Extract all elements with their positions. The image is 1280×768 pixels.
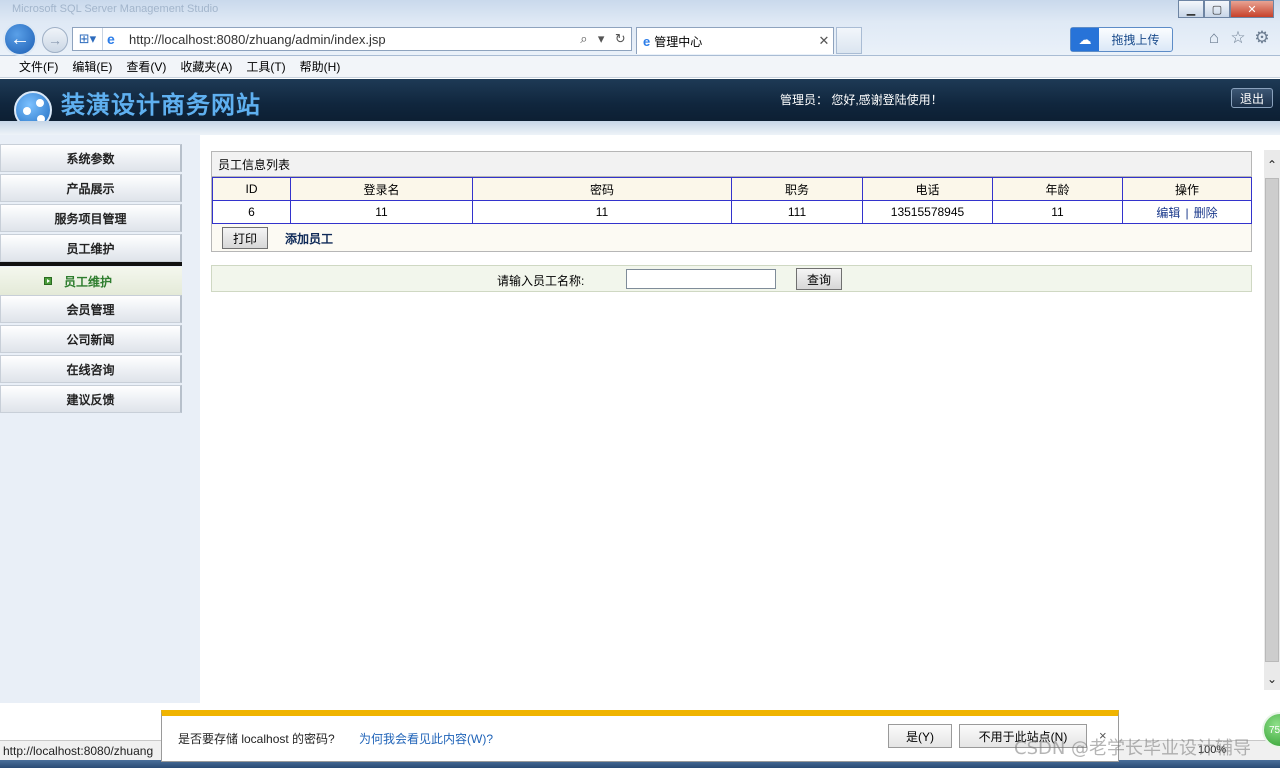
col-header-id: ID (212, 177, 291, 201)
menu-bar: 文件(F) 编辑(E) 查看(V) 收藏夹(A) 工具(T) 帮助(H) (0, 56, 1280, 78)
print-button[interactable]: 打印 (222, 227, 268, 249)
menu-edit[interactable]: 编辑(E) (65, 58, 119, 75)
arrow-right-icon: → (48, 32, 62, 48)
cell-age: 11 (992, 200, 1123, 224)
col-header-actions: 操作 (1122, 177, 1252, 201)
save-password-yes-button[interactable]: 是(Y) (888, 724, 952, 748)
col-header-phone: 电话 (862, 177, 993, 201)
arrow-left-icon: ← (10, 27, 30, 50)
cell-phone: 13515578945 (862, 200, 993, 224)
compatibility-view-icon[interactable]: ⊞▾ (73, 28, 103, 50)
cloud-icon: ☁ (1071, 28, 1099, 51)
sidebar-item-news[interactable]: 公司新闻 (0, 325, 182, 353)
prompt-why-link[interactable]: 为何我会看见此内容(W)? (359, 730, 493, 747)
sidebar-item-products[interactable]: 产品展示 (0, 174, 182, 202)
action-separator: | (1185, 205, 1189, 220)
sidebar: 系统参数 产品展示 服务项目管理 员工维护 员工维护 会员管理 公司新闻 在线咨… (0, 135, 200, 703)
ie-tab-icon: e (643, 33, 651, 49)
cell-position: 111 (731, 200, 863, 224)
maximize-button[interactable]: ▢ (1204, 0, 1230, 18)
menu-favorites[interactable]: 收藏夹(A) (173, 58, 239, 75)
menu-tools[interactable]: 工具(T) (239, 58, 292, 75)
menu-view[interactable]: 查看(V) (119, 58, 173, 75)
sidebar-active-divider (0, 262, 182, 266)
browser-toolbar: Microsoft SQL Server Management Studio ▁… (0, 0, 1280, 56)
tab-admin-center[interactable]: e 管理中心 ✕ (636, 27, 834, 54)
bullet-arrow-icon (44, 277, 52, 285)
sidebar-item-employees[interactable]: 员工维护 (0, 234, 182, 262)
employee-name-input[interactable] (626, 269, 776, 289)
forward-button[interactable]: → (42, 27, 68, 53)
col-header-age: 年龄 (992, 177, 1123, 201)
upload-label: 拖拽上传 (1111, 33, 1160, 47)
gear-icon[interactable]: ⚙ (1252, 28, 1272, 48)
main-content: 员工信息列表 ID 登录名 密码 职务 电话 年龄 操作 6 11 11 111… (200, 135, 1264, 703)
add-employee-link[interactable]: 添加员工 (285, 230, 333, 247)
ie-page-icon: e (107, 31, 115, 47)
employee-table: ID 登录名 密码 职务 电话 年龄 操作 6 11 11 111 135155… (212, 177, 1252, 224)
dropdown-icon[interactable]: ▾ (598, 31, 605, 47)
list-title: 员工信息列表 (212, 152, 1251, 177)
window-title: Microsoft SQL Server Management Studio (12, 3, 219, 15)
chevron-down-icon[interactable]: ⌄ (1264, 668, 1280, 690)
close-window-button[interactable]: ✕ (1230, 0, 1274, 18)
scroll-thumb[interactable] (1265, 178, 1279, 662)
header-strip (0, 121, 1280, 135)
save-password-prompt: 是否要存储 localhost 的密码? 为何我会看见此内容(W)? 是(Y) … (161, 710, 1119, 762)
vertical-scrollbar[interactable]: ⌃ ⌄ (1264, 150, 1280, 690)
new-tab-button[interactable] (836, 27, 862, 54)
col-header-login: 登录名 (290, 177, 473, 201)
address-url[interactable]: http://localhost:8080/zhuang/admin/index… (125, 32, 575, 47)
menu-help[interactable]: 帮助(H) (293, 58, 348, 75)
search-panel: 请输入员工名称: 查询 (211, 265, 1252, 292)
window-controls: ▁ ▢ ✕ (1178, 0, 1274, 18)
sidebar-item-services[interactable]: 服务项目管理 (0, 204, 182, 232)
search-button[interactable]: 查询 (796, 268, 842, 290)
search-label: 请输入员工名称: (497, 274, 585, 288)
sidebar-subitem-employees[interactable]: 员工维护 (0, 267, 182, 295)
col-header-password: 密码 (472, 177, 732, 201)
refresh-icon[interactable]: ↻ (615, 31, 626, 47)
edit-link[interactable]: 编辑 (1156, 206, 1180, 220)
sidebar-item-members[interactable]: 会员管理 (0, 295, 182, 323)
site-header: 装潢设计商务网站 管理员： 您好,感谢登陆使用！ 退出 (0, 79, 1280, 129)
tab-title: 管理中心 (654, 34, 703, 49)
table-row: 6 11 11 111 13515578945 11 编辑 | 删除 (212, 200, 1252, 224)
admin-greeting: 管理员： 您好,感谢登陆使用！ (780, 93, 943, 107)
search-icon[interactable]: ⌕ (580, 31, 587, 47)
status-url: http://localhost:8080/zhuang (3, 744, 154, 758)
delete-link[interactable]: 删除 (1194, 206, 1218, 220)
col-header-position: 职务 (731, 177, 863, 201)
logout-button[interactable]: 退出 (1231, 88, 1273, 108)
sidebar-item-consult[interactable]: 在线咨询 (0, 355, 182, 383)
address-bar[interactable]: ⊞▾ e http://localhost:8080/zhuang/admin/… (72, 27, 632, 51)
back-button[interactable]: ← (3, 22, 37, 56)
list-actions: 打印 添加员工 (212, 224, 1251, 252)
site-title: 装潢设计商务网站 (61, 91, 261, 119)
minimize-button[interactable]: ▁ (1178, 0, 1204, 18)
prompt-question: 是否要存储 localhost 的密码? (178, 732, 335, 746)
menu-file[interactable]: 文件(F) (12, 58, 65, 75)
home-icon[interactable]: ⌂ (1204, 28, 1224, 48)
address-tools: ⌕ ▾ ↻ (575, 31, 631, 47)
sidebar-item-system-params[interactable]: 系统参数 (0, 144, 182, 172)
sidebar-item-feedback[interactable]: 建议反馈 (0, 385, 182, 413)
cell-password: 11 (472, 200, 732, 224)
cell-login: 11 (290, 200, 473, 224)
tab-close-icon[interactable]: ✕ (815, 33, 833, 49)
cell-id: 6 (212, 200, 291, 224)
browser-right-icons: ⌂ ☆ ⚙ (1204, 28, 1272, 48)
employee-list-panel: 员工信息列表 ID 登录名 密码 职务 电话 年龄 操作 6 11 11 111… (211, 151, 1252, 252)
cell-actions: 编辑 | 删除 (1122, 200, 1252, 224)
table-header-row: ID 登录名 密码 职务 电话 年龄 操作 (212, 177, 1252, 201)
watermark: CSDN @老学长毕业设计辅导 (1014, 738, 1252, 759)
chevron-up-icon[interactable]: ⌃ (1264, 154, 1280, 176)
star-icon[interactable]: ☆ (1228, 28, 1248, 48)
sidebar-subitem-label: 员工维护 (64, 274, 113, 289)
upload-button[interactable]: ☁ 拖拽上传 (1070, 27, 1173, 52)
